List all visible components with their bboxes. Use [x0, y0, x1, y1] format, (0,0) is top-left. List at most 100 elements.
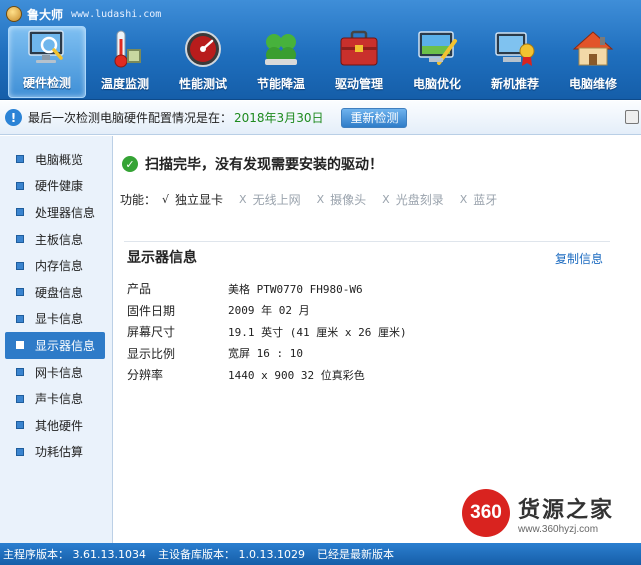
watermark-url: www.360hyzj.com: [518, 523, 599, 535]
site-watermark: 360 货源之家 www.360hyzj.com: [457, 483, 641, 543]
db-version: 主设备库版本： 1.0.13.1029: [157, 548, 305, 561]
info-value: 宽屏 16 : 10: [228, 347, 303, 361]
watermark-logo-icon: 360: [462, 489, 510, 537]
main-version: 主程序版本： 3.61.13.1034: [3, 548, 146, 561]
square-bullet-icon: [16, 421, 24, 430]
computer-award-icon: [495, 32, 535, 66]
info-key: 固件日期: [127, 303, 176, 318]
square-bullet-icon: [16, 341, 24, 350]
info-value: 2009 年 02 月: [228, 304, 310, 318]
sidebar-item-label: 硬盘信息: [35, 285, 84, 300]
sidebar-item-hardware-health[interactable]: 硬件健康: [0, 173, 112, 200]
tool-temperature-monitor[interactable]: 温度监测: [86, 26, 164, 98]
clover-icon: [265, 34, 297, 65]
top-bar: 鲁大师 www.ludashi.com 硬件检测 温度监测 性能测试 节能降温 …: [0, 0, 641, 100]
tool-new-pc-recommend[interactable]: 新机推荐: [476, 26, 554, 98]
check-circle-icon: ✓: [122, 156, 138, 172]
cross-mark-icon: X: [316, 193, 325, 206]
function-item: X 光盘刻录: [382, 191, 444, 208]
tool-label: 性能测试: [178, 77, 227, 91]
monitor-info-table: 产品 美格 PTW0770 FH980-W6 固件日期 2009 年 02 月 屏幕…: [127, 278, 407, 386]
notice-text: 最后一次检测电脑硬件配置情况是在：: [28, 111, 233, 125]
sidebar-item-overview[interactable]: 电脑概览: [0, 146, 112, 173]
sidebar-item-label: 显示器信息: [35, 338, 96, 353]
recheck-button[interactable]: 重新检测: [341, 107, 408, 128]
tool-performance-test[interactable]: 性能测试: [164, 26, 242, 98]
info-value: 1440 x 900 32 位真彩色: [228, 368, 365, 382]
tool-energy-save[interactable]: 节能降温: [242, 26, 320, 98]
monitor-magnifier-icon: [28, 30, 64, 63]
function-item: X 摄像头: [317, 191, 367, 208]
scan-status: ✓ 扫描完毕，没有发现需要安装的驱动！: [122, 154, 383, 174]
square-bullet-icon: [16, 314, 24, 323]
square-bullet-icon: [16, 208, 24, 217]
sidebar-item-label: 电脑概览: [35, 152, 84, 167]
speedometer-icon: [185, 31, 221, 67]
tool-pc-repair[interactable]: 电脑维修: [554, 26, 632, 98]
tool-label: 电脑优化: [412, 77, 461, 91]
tool-label: 电脑维修: [568, 77, 617, 91]
info-key: 屏幕尺寸: [127, 325, 176, 340]
sidebar-item-other-hardware[interactable]: 其他硬件: [0, 412, 112, 439]
function-name: 无线上网: [252, 193, 301, 207]
sidebar: 电脑概览 硬件健康 处理器信息 主板信息 内存信息 硬盘信息 显卡信息 显示器信…: [0, 136, 113, 543]
app-url: www.ludashi.com: [71, 8, 162, 20]
sidebar-item-network[interactable]: 网卡信息: [0, 359, 112, 386]
sidebar-item-label: 处理器信息: [35, 205, 96, 220]
info-row: 固件日期 2009 年 02 月: [127, 300, 407, 322]
notice-date: 2018年3月30日: [234, 111, 324, 125]
main-panel: ✓ 扫描完毕，没有发现需要安装的驱动！ 功能： √ 独立显卡 X 无线上网 X 摄像头…: [114, 136, 641, 543]
tool-hardware-detect[interactable]: 硬件检测: [8, 26, 86, 98]
tool-label: 硬件检测: [22, 76, 71, 90]
section-divider: [124, 241, 610, 242]
toolbox-icon: [340, 30, 378, 66]
sidebar-item-disk[interactable]: 硬盘信息: [0, 279, 112, 306]
info-key: 分辨率: [127, 368, 164, 383]
square-bullet-icon: [16, 261, 24, 270]
function-item: X 蓝牙: [460, 191, 498, 208]
cross-mark-icon: X: [459, 193, 468, 206]
sidebar-item-memory[interactable]: 内存信息: [0, 252, 112, 279]
function-list: 功能： √ 独立显卡 X 无线上网 X 摄像头 X 光盘刻录 X 蓝牙: [120, 191, 513, 208]
section-title: 显示器信息: [127, 250, 197, 266]
sidebar-item-monitor[interactable]: 显示器信息: [5, 332, 105, 359]
info-key: 显示比例: [127, 346, 176, 361]
copy-info-link[interactable]: 复制信息: [555, 250, 603, 267]
sidebar-item-graphics[interactable]: 显卡信息: [0, 306, 112, 333]
function-label: 功能：: [120, 193, 157, 207]
sidebar-item-label: 硬件健康: [35, 179, 84, 194]
info-key: 产品: [127, 282, 152, 297]
function-name: 摄像头: [330, 193, 367, 207]
square-bullet-icon: [16, 394, 24, 403]
sidebar-item-label: 功耗估算: [35, 445, 84, 460]
printer-icon[interactable]: [625, 110, 639, 124]
status-bar: 主程序版本： 3.61.13.1034 主设备库版本： 1.0.13.1029 …: [0, 543, 641, 565]
sidebar-item-cpu[interactable]: 处理器信息: [0, 199, 112, 226]
sidebar-item-sound[interactable]: 声卡信息: [0, 385, 112, 412]
function-item: X 无线上网: [239, 191, 301, 208]
sidebar-item-label: 其他硬件: [35, 418, 84, 433]
sidebar-item-label: 主板信息: [35, 232, 84, 247]
tool-driver-manager[interactable]: 驱动管理: [320, 26, 398, 98]
sidebar-item-label: 声卡信息: [35, 392, 84, 407]
sidebar-item-label: 网卡信息: [35, 365, 84, 380]
tool-label: 驱动管理: [334, 77, 383, 91]
tool-pc-optimize[interactable]: 电脑优化: [398, 26, 476, 98]
info-row: 屏幕尺寸 19.1 英寸 (41 厘米 x 26 厘米): [127, 321, 407, 343]
function-name: 蓝牙: [473, 193, 498, 207]
function-item: √ 独立显卡: [162, 191, 223, 208]
sidebar-item-label: 内存信息: [35, 259, 84, 274]
scan-status-text: 扫描完毕，没有发现需要安装的驱动！: [145, 157, 383, 173]
sidebar-item-power-estimate[interactable]: 功耗估算: [0, 439, 112, 466]
info-row: 分辨率 1440 x 900 32 位真彩色: [127, 364, 407, 386]
screen-brush-icon: [418, 31, 457, 65]
info-row: 产品 美格 PTW0770 FH980-W6: [127, 278, 407, 300]
function-name: 光盘刻录: [395, 193, 444, 207]
tool-label: 新机推荐: [490, 77, 539, 91]
sidebar-item-motherboard[interactable]: 主板信息: [0, 226, 112, 253]
sidebar-item-label: 显卡信息: [35, 312, 84, 327]
cross-mark-icon: X: [239, 193, 247, 206]
square-bullet-icon: [16, 368, 24, 377]
tool-label: 节能降温: [256, 77, 305, 91]
title-bar: 鲁大师 www.ludashi.com: [6, 4, 161, 24]
